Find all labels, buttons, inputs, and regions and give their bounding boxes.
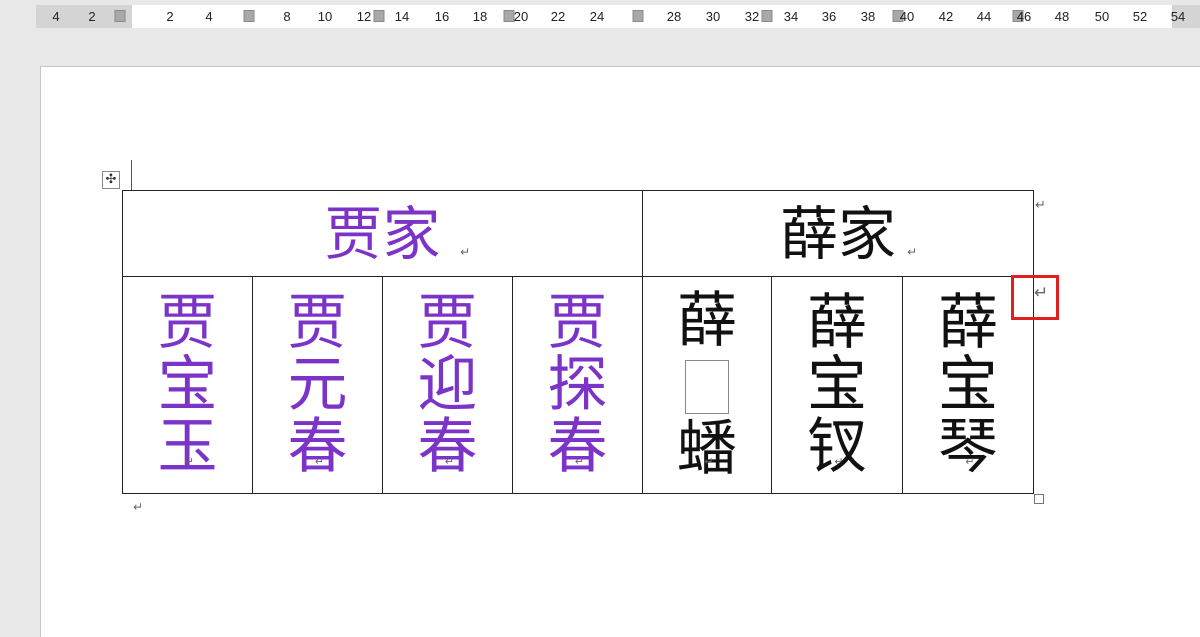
row-end-mark-icon: ↵ <box>1035 198 1046 213</box>
name-cell[interactable]: 贾迎春 ↵ <box>382 276 513 494</box>
ruler-column-marker[interactable] <box>761 10 773 22</box>
family-table[interactable]: 贾家 ↵ 薛家 ↵ 贾宝玉 ↵ 贾元春 ↵ 贾迎春 ↵ 贾探春 ↵ 薛 蟠 ↵ … <box>121 190 1035 494</box>
ruler-number: 10 <box>317 9 333 24</box>
horizontal-ruler[interactable]: 4 2 2 4 8 10 12 14 16 18 20 22 24 28 30 … <box>36 5 1200 28</box>
ruler-number: 42 <box>938 9 954 24</box>
header-jia: 贾家 <box>324 199 441 268</box>
ruler-number: 2 <box>88 9 96 24</box>
paragraph-mark-icon: ↵ <box>314 455 324 468</box>
ruler-column-marker[interactable] <box>373 10 385 22</box>
ruler-number: 22 <box>550 9 566 24</box>
name-cell[interactable]: 薛宝钗 ↵ <box>771 276 904 494</box>
ruler-number: 8 <box>283 9 291 24</box>
ruler-number: 18 <box>472 9 488 24</box>
ruler-number: 16 <box>434 9 450 24</box>
name-cell[interactable]: 贾宝玉 ↵ <box>122 276 253 494</box>
ruler-number: 32 <box>744 9 760 24</box>
text-cursor <box>131 160 132 190</box>
highlight-box <box>1011 275 1059 320</box>
name-cell[interactable]: 贾元春 ↵ <box>252 276 383 494</box>
ruler-number: 24 <box>589 9 605 24</box>
ruler-number: 38 <box>860 9 876 24</box>
ruler-number: 20 <box>513 9 529 24</box>
ruler-indent-marker[interactable] <box>114 10 126 22</box>
table-move-handle-icon[interactable]: ✣ <box>102 171 120 189</box>
header-cell-xue[interactable]: 薛家 ↵ <box>642 190 1035 277</box>
ruler-number: 34 <box>783 9 799 24</box>
ruler-number: 54 <box>1170 9 1186 24</box>
name-cell[interactable]: 薛 蟠 ↵ <box>642 276 773 494</box>
header-cell-jia[interactable]: 贾家 ↵ <box>121 190 644 277</box>
ruler-number: 30 <box>705 9 721 24</box>
ruler-number: 52 <box>1132 9 1148 24</box>
paragraph-mark-icon: ↵ <box>459 245 471 259</box>
ruler-number: 4 <box>205 9 213 24</box>
ruler-number: 50 <box>1094 9 1110 24</box>
ruler-number: 46 <box>1016 9 1032 24</box>
paragraph-mark-icon: ↵ <box>133 500 144 514</box>
paragraph-mark-icon: ↵ <box>444 455 454 468</box>
paragraph-mark-icon: ↵ <box>704 455 714 468</box>
header-xue: 薛家 <box>780 199 897 268</box>
paragraph-mark-icon: ↵ <box>965 455 975 468</box>
ruler-number: 2 <box>166 9 174 24</box>
paragraph-mark-icon: ↵ <box>184 455 194 468</box>
ruler-number: 14 <box>394 9 410 24</box>
ruler-column-marker[interactable] <box>632 10 644 22</box>
ruler-column-marker[interactable] <box>243 10 255 22</box>
ruler-number: 4 <box>52 9 60 24</box>
missing-glyph-box <box>685 359 730 414</box>
ruler-number: 12 <box>356 9 372 24</box>
ruler-number: 40 <box>899 9 915 24</box>
ruler-number: 44 <box>976 9 992 24</box>
ruler-number: 28 <box>666 9 682 24</box>
paragraph-mark-icon: ↵ <box>906 245 918 259</box>
name-xue-pan-top: 薛 <box>677 286 738 357</box>
paragraph-mark-icon: ↵ <box>834 455 844 468</box>
ruler-number: 36 <box>821 9 837 24</box>
paragraph-mark-icon: ↵ <box>574 455 584 468</box>
name-cell[interactable]: 贾探春 ↵ <box>511 276 644 494</box>
ruler-number: 48 <box>1054 9 1070 24</box>
table-resize-handle-icon[interactable] <box>1034 494 1044 504</box>
